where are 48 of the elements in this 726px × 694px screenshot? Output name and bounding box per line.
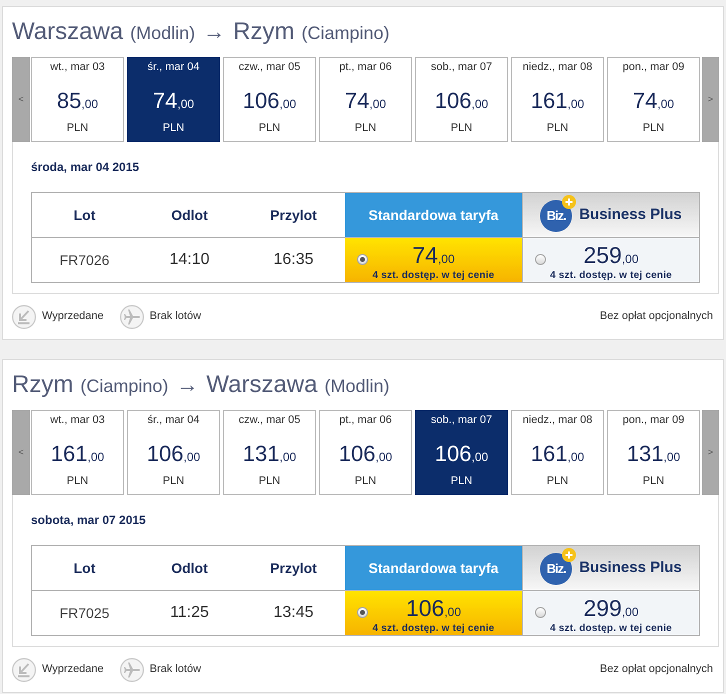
fare-price: 299,00 xyxy=(583,595,639,623)
fees-note: Bez opłat opcjonalnych xyxy=(600,309,713,324)
column-header: Standardowa taryfa xyxy=(345,193,522,238)
availability-text: 4 szt. dostęp. w tej cenie xyxy=(372,623,494,635)
column-header-label: Business Plus xyxy=(579,204,682,225)
date-tab[interactable]: pon., mar 09 74,00 PLN xyxy=(607,57,700,142)
biz-logo: Biz. xyxy=(540,200,572,232)
arrow-down-left-icon xyxy=(12,304,36,328)
legend-label: Wyprzedane xyxy=(42,309,104,324)
fare-price: 106,00 xyxy=(406,595,462,623)
date-tab[interactable]: sob., mar 07 106,00 PLN xyxy=(415,57,508,142)
plane-icon xyxy=(120,304,144,328)
arrow-down-left-icon xyxy=(12,658,36,682)
route-title: Rzym (Ciampino) → Warszawa (Modlin) xyxy=(12,370,390,400)
legend-label: Brak lotów xyxy=(150,662,202,678)
radio-button[interactable] xyxy=(535,606,546,618)
date-heading: sobota, mar 07 2015 xyxy=(31,512,146,529)
availability-text: 4 szt. dostęp. w tej cenie xyxy=(550,270,672,282)
column-header: Standardowa taryfa xyxy=(345,546,522,591)
radio-button[interactable] xyxy=(535,254,546,264)
fees-note: Bez opłat opcjonalnych xyxy=(600,662,713,678)
column-header-label: Business Plus xyxy=(579,558,682,578)
date-tab[interactable]: wt., mar 03 85,00 PLN xyxy=(31,57,124,142)
date-tab[interactable]: niedz., mar 08 161,00 PLN xyxy=(511,57,604,142)
date-tab[interactable]: czw., mar 05 106,00 PLN xyxy=(223,57,316,142)
date-tab[interactable]: niedz., mar 08 161,00 PLN xyxy=(511,410,604,495)
date-heading: środa, mar 04 2015 xyxy=(31,159,140,176)
plane-icon xyxy=(120,658,144,682)
date-tab[interactable]: pt., mar 06 74,00 PLN xyxy=(319,57,412,142)
date-tab[interactable]: pt., mar 06 106,00 PLN xyxy=(319,410,412,495)
date-tab[interactable]: śr., mar 04 106,00 PLN xyxy=(127,410,220,495)
date-tab[interactable]: wt., mar 03 161,00 PLN xyxy=(31,410,124,495)
route-title: Warszawa (Modlin) → Rzym (Ciampino) xyxy=(12,16,390,46)
date-tab[interactable]: czw., mar 05 131,00 PLN xyxy=(223,410,316,495)
fare-price: 74,00 xyxy=(412,242,455,270)
plus-badge-icon xyxy=(562,548,576,562)
legend-label: Wyprzedane xyxy=(42,662,104,678)
plus-badge-icon xyxy=(562,195,576,209)
availability-text: 4 szt. dostęp. w tej cenie xyxy=(550,623,672,635)
fare-price: 259,00 xyxy=(583,242,639,270)
radio-button[interactable] xyxy=(357,254,368,264)
radio-button[interactable] xyxy=(357,606,368,618)
biz-logo: Biz. xyxy=(540,553,572,585)
date-tab[interactable]: sob., mar 07 106,00 PLN xyxy=(415,410,508,495)
date-tab[interactable]: pon., mar 09 131,00 PLN xyxy=(607,410,700,495)
availability-text: 4 szt. dostęp. w tej cenie xyxy=(372,270,494,282)
date-tab[interactable]: śr., mar 04 74,00 PLN xyxy=(127,57,220,142)
legend-label: Brak lotów xyxy=(150,309,202,324)
